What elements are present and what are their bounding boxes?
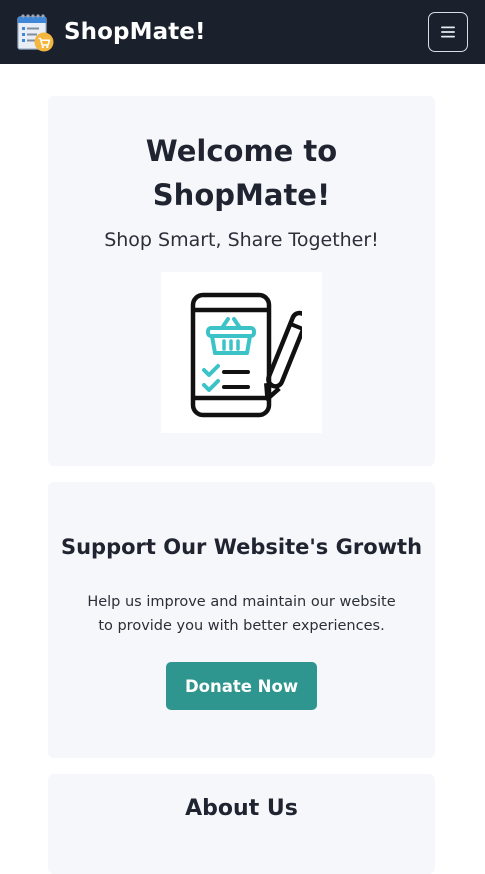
- hero-title: Welcome to ShopMate!: [145, 134, 338, 212]
- hero-image: [161, 272, 322, 433]
- shopping-list-cart-icon: [17, 14, 54, 52]
- hero-tagline: Shop Smart, Share Together!: [104, 229, 379, 251]
- support-card: Support Our Website's Growth Help us imp…: [48, 482, 435, 758]
- about-card: About Us: [48, 774, 435, 874]
- menu-toggle-button[interactable]: [428, 12, 468, 52]
- phone-shopping-list-pen-icon: [190, 292, 302, 417]
- navbar: ShopMate!: [0, 0, 485, 64]
- brand-link[interactable]: ShopMate!: [16, 12, 206, 52]
- support-text: Help us improve and maintain our website…: [87, 594, 396, 634]
- support-title: Support Our Website's Growth: [60, 535, 423, 559]
- brand-name: ShopMate!: [64, 19, 206, 45]
- donate-button[interactable]: Donate Now: [166, 662, 317, 710]
- hero-card: Welcome to ShopMate! Shop Smart, Share T…: [48, 96, 435, 466]
- hamburger-menu-icon: [441, 26, 455, 38]
- about-title: About Us: [185, 796, 298, 821]
